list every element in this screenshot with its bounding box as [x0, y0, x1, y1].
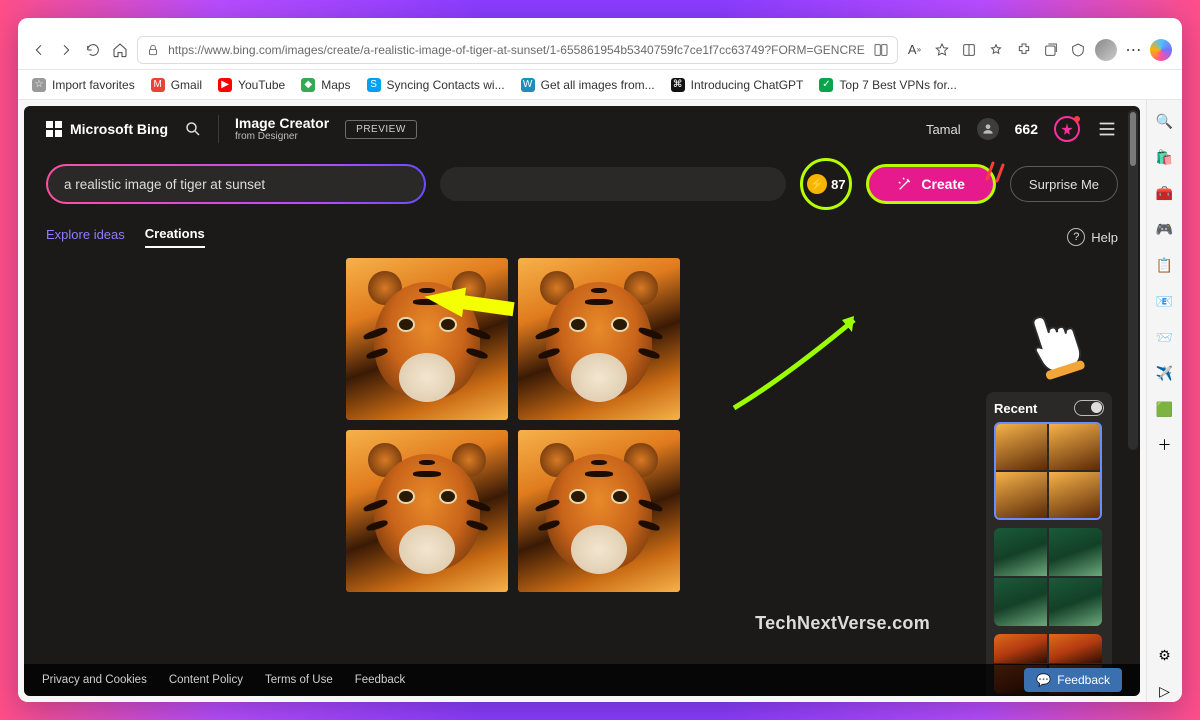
generated-image-1[interactable]	[346, 258, 508, 420]
text-size-icon[interactable]: A»	[904, 36, 925, 64]
reading-list-icon[interactable]	[958, 36, 979, 64]
preview-badge: PREVIEW	[345, 120, 417, 139]
bookmark-chatgpt[interactable]: ⌘Introducing ChatGPT	[671, 78, 804, 92]
search-icon[interactable]	[184, 120, 202, 138]
bing-image-creator-page: Microsoft Bing Image Creator from Design…	[24, 106, 1140, 696]
help-icon: ?	[1067, 228, 1085, 246]
edge-sidebar: 🔍 🛍️ 🧰 🎮 📋 📧 📨 ✈️ 🟩 ＋ ⚙ ▷	[1146, 100, 1182, 702]
bolt-icon: ⚡	[807, 174, 827, 194]
help-link[interactable]: ?Help	[1067, 228, 1118, 246]
copilot-icon[interactable]	[1150, 36, 1172, 64]
recent-title: Recent	[994, 401, 1037, 416]
tab-explore-ideas[interactable]: Explore ideas	[46, 227, 125, 247]
sidebar-shopping-icon[interactable]: 🛍️	[1154, 146, 1176, 168]
bookmark-vpns[interactable]: ✓Top 7 Best VPNs for...	[819, 78, 956, 92]
recent-toggle[interactable]	[1074, 400, 1104, 416]
bing-header: Microsoft Bing Image Creator from Design…	[24, 106, 1140, 152]
user-avatar[interactable]	[977, 118, 999, 140]
hamburger-menu-icon[interactable]	[1096, 118, 1118, 140]
sidebar-app-icon[interactable]: 🟩	[1154, 398, 1176, 420]
window-titlebar	[18, 18, 1182, 30]
bookmarks-bar: ☆Import favorites MGmail ▶YouTube ◆Maps …	[18, 70, 1182, 100]
sidebar-outlook-icon[interactable]: 📧	[1154, 290, 1176, 312]
microsoft-logo-icon	[46, 121, 62, 137]
browser-window: https://www.bing.com/images/create/a-rea…	[18, 18, 1182, 702]
more-menu-icon[interactable]: ⋯	[1123, 36, 1144, 64]
bookmark-import-favorites[interactable]: ☆Import favorites	[32, 78, 135, 92]
bookmark-youtube[interactable]: ▶YouTube	[218, 78, 285, 92]
address-bar[interactable]: https://www.bing.com/images/create/a-rea…	[137, 36, 898, 64]
generated-image-3[interactable]	[346, 430, 508, 592]
recent-panel: Recent	[986, 392, 1112, 696]
generated-image-2[interactable]	[518, 258, 680, 420]
bing-footer: Privacy and Cookies Content Policy Terms…	[24, 664, 1140, 696]
credits-count: 662	[1015, 121, 1038, 137]
refresh-button[interactable]	[83, 36, 104, 64]
sidebar-games-icon[interactable]: 🎮	[1154, 218, 1176, 240]
generated-image-4[interactable]	[518, 430, 680, 592]
favorite-star-icon[interactable]	[931, 36, 952, 64]
boosts-badge[interactable]: ⚡ 87	[800, 158, 852, 210]
rewards-icon[interactable]	[1054, 116, 1080, 142]
prompt-input[interactable]	[48, 166, 424, 202]
footer-content-policy[interactable]: Content Policy	[169, 674, 243, 686]
page-scrollbar[interactable]	[1128, 110, 1138, 450]
sidebar-telegram-icon[interactable]: ✈️	[1154, 362, 1176, 384]
generated-gallery	[24, 258, 1140, 592]
divider	[218, 115, 219, 143]
sidebar-drop-icon[interactable]: 📨	[1154, 326, 1176, 348]
extensions-icon[interactable]	[1013, 36, 1034, 64]
browser-essentials-icon[interactable]	[1068, 36, 1089, 64]
sidebar-hide-icon[interactable]: ▷	[1154, 680, 1176, 702]
wand-icon	[897, 176, 913, 192]
sidebar-settings-icon[interactable]: ⚙	[1154, 644, 1176, 666]
home-button[interactable]	[110, 36, 131, 64]
emphasis-lines-icon	[981, 159, 1011, 185]
back-button[interactable]	[28, 36, 49, 64]
chat-icon: 💬	[1036, 673, 1051, 687]
sidebar-tools-icon[interactable]: 🧰	[1154, 182, 1176, 204]
browser-toolbar: https://www.bing.com/images/create/a-rea…	[18, 30, 1182, 70]
feedback-button[interactable]: 💬Feedback	[1024, 668, 1122, 692]
collections-icon[interactable]	[1040, 36, 1061, 64]
recent-item-2[interactable]	[994, 528, 1102, 626]
forward-button[interactable]	[55, 36, 76, 64]
surprise-me-button[interactable]: Surprise Me	[1010, 166, 1118, 202]
watermark-text: TechNextVerse.com	[755, 613, 930, 634]
lock-icon	[146, 43, 160, 57]
bookmark-get-all-images[interactable]: WGet all images from...	[521, 78, 655, 92]
footer-terms[interactable]: Terms of Use	[265, 674, 333, 686]
recent-item-1[interactable]	[994, 422, 1102, 520]
create-button[interactable]: Create	[866, 164, 996, 204]
app-title: Image Creator from Designer	[235, 116, 329, 142]
split-screen-icon[interactable]	[873, 42, 889, 58]
bookmark-gmail[interactable]: MGmail	[151, 78, 202, 92]
tab-creations[interactable]: Creations	[145, 226, 205, 248]
tabs-row: Explore ideas Creations ?Help	[24, 222, 1140, 258]
prompt-bar-extension[interactable]	[440, 167, 786, 201]
prompt-input-wrap	[46, 164, 426, 204]
bookmark-syncing-contacts[interactable]: SSyncing Contacts wi...	[367, 78, 505, 92]
bookmark-maps[interactable]: ◆Maps	[301, 78, 350, 92]
sidebar-add-icon[interactable]: ＋	[1154, 434, 1176, 456]
footer-privacy[interactable]: Privacy and Cookies	[42, 674, 147, 686]
user-name[interactable]: Tamal	[926, 122, 961, 137]
sidebar-search-icon[interactable]: 🔍	[1154, 110, 1176, 132]
content-area: Microsoft Bing Image Creator from Design…	[18, 100, 1182, 702]
prompt-row: ⚡ 87 Create Surprise Me	[24, 152, 1140, 222]
profile-avatar[interactable]	[1095, 36, 1117, 64]
footer-feedback-link[interactable]: Feedback	[355, 674, 406, 686]
favorites-icon[interactable]	[986, 36, 1007, 64]
url-text: https://www.bing.com/images/create/a-rea…	[168, 43, 865, 57]
sidebar-office-icon[interactable]: 📋	[1154, 254, 1176, 276]
microsoft-bing-logo[interactable]: Microsoft Bing	[46, 121, 168, 137]
